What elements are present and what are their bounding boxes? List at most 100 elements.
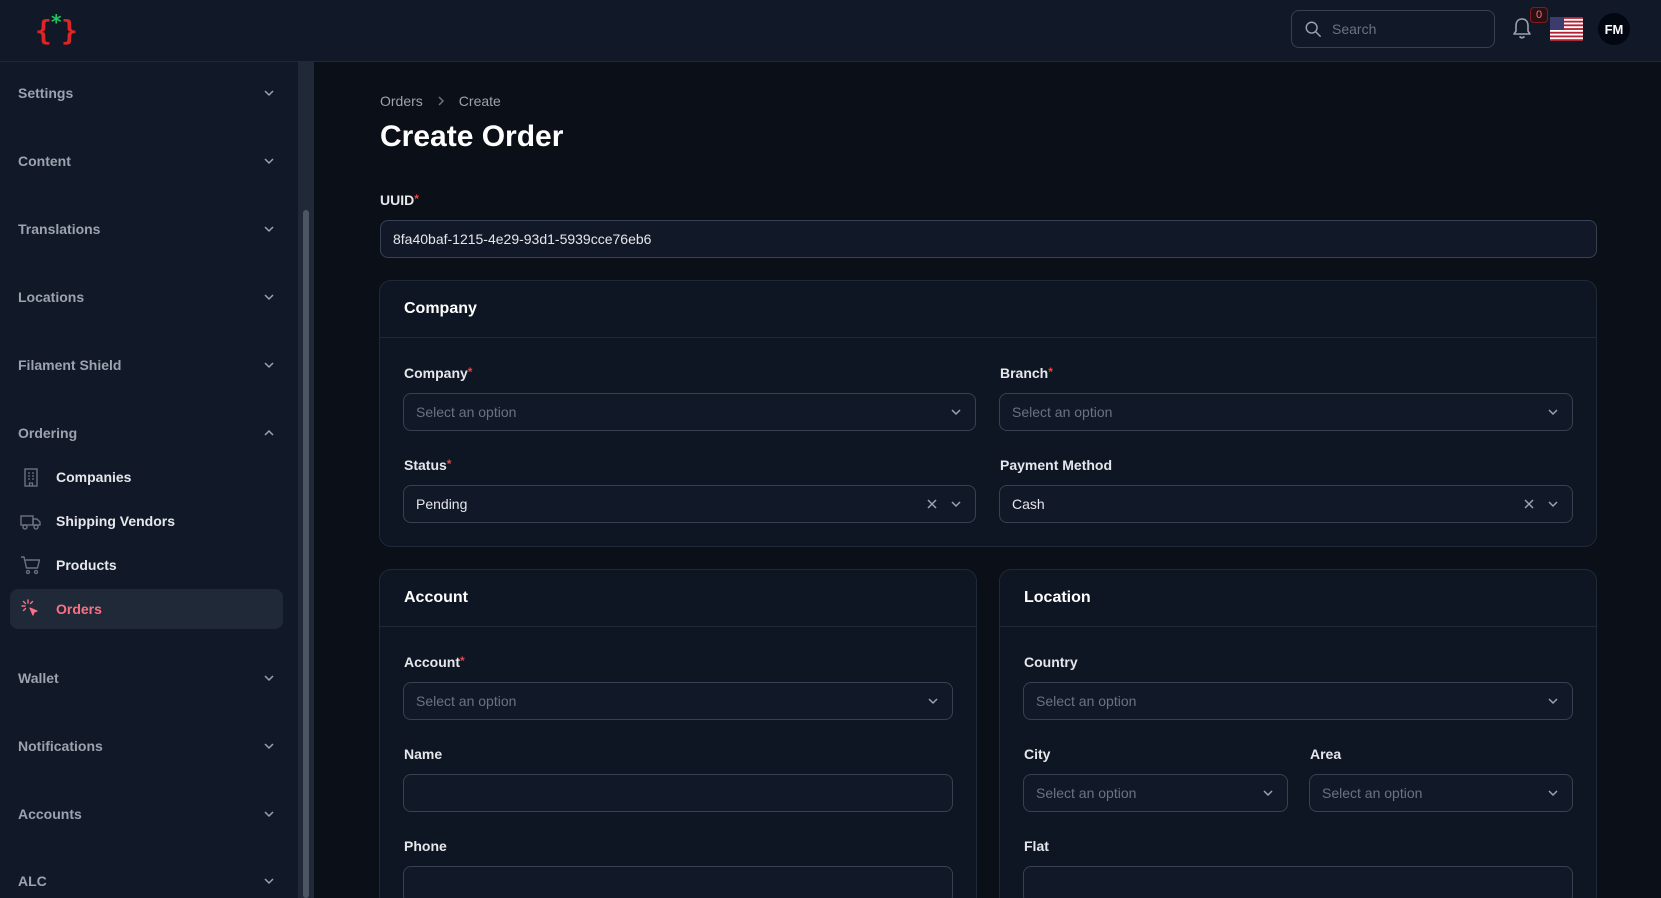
- name-label: Name: [404, 746, 443, 762]
- sidebar-group-ordering[interactable]: Ordering: [18, 421, 276, 445]
- location-section-header: Location: [1000, 570, 1596, 627]
- brand-logo-icon[interactable]: { } *: [34, 10, 84, 50]
- sidebar-item-products[interactable]: Products: [10, 545, 283, 585]
- truck-icon: [20, 515, 41, 530]
- sidebar-group-wallet[interactable]: Wallet: [18, 666, 276, 690]
- phone-field[interactable]: [403, 866, 953, 898]
- uuid-field[interactable]: 8fa40baf-1215-4e29-93d1-5939cce76eb6: [380, 220, 1597, 258]
- chevron-down-icon: [264, 362, 274, 369]
- section-heading: Location: [1024, 589, 1091, 606]
- cursor-click-icon: [21, 599, 38, 616]
- uuid-value: 8fa40baf-1215-4e29-93d1-5939cce76eb6: [393, 231, 652, 247]
- uuid-label: UUID*: [380, 192, 419, 208]
- section-heading: Account: [404, 589, 468, 606]
- sidebar-group-accounts[interactable]: Accounts: [18, 802, 276, 826]
- sidebar-group-label: Accounts: [18, 806, 82, 822]
- payment-method-label: Payment Method: [1000, 457, 1113, 473]
- sidebar-group-label: Content: [18, 153, 71, 169]
- chevron-up-icon: [264, 429, 274, 436]
- branch-label: Branch*: [1000, 365, 1053, 381]
- shopping-cart-icon: [21, 556, 41, 575]
- chevron-down-icon: [1548, 409, 1558, 416]
- building-icon: [24, 468, 38, 487]
- sidebar-group-notifications[interactable]: Notifications: [18, 734, 276, 758]
- chevron-down-icon: [1263, 790, 1273, 797]
- sidebar-group-label: Ordering: [18, 425, 78, 441]
- sidebar-group-label: ALC: [18, 873, 47, 889]
- company-select[interactable]: Select an option: [403, 393, 976, 431]
- country-label: Country: [1024, 654, 1078, 670]
- sidebar-item-label: Products: [56, 557, 117, 573]
- sidebar-item-companies[interactable]: Companies: [10, 457, 283, 497]
- area-select-placeholder: Select an option: [1322, 785, 1423, 801]
- svg-text:{: {: [35, 14, 52, 47]
- global-search[interactable]: Search: [1291, 10, 1495, 48]
- sidebar-group-content[interactable]: Content: [18, 149, 276, 173]
- sidebar-item-shipping-vendors[interactable]: Shipping Vendors: [10, 501, 283, 541]
- location-section: Location: [999, 569, 1597, 898]
- top-bar: { } * Search 0 FM: [0, 0, 1661, 62]
- chevron-down-icon: [951, 501, 961, 508]
- section-heading: Company: [404, 300, 477, 317]
- company-section-header: Company: [380, 281, 1596, 338]
- svg-text:*: *: [51, 10, 62, 34]
- chevron-down-icon: [1548, 501, 1558, 508]
- chevron-down-icon: [264, 811, 274, 818]
- area-select[interactable]: Select an option: [1309, 774, 1573, 812]
- flat-field[interactable]: [1023, 866, 1573, 898]
- required-marker: *: [1048, 365, 1053, 379]
- company-label: Company*: [404, 365, 473, 381]
- sidebar-group-locations[interactable]: Locations: [18, 285, 276, 309]
- breadcrumb-orders-link[interactable]: Orders: [380, 93, 423, 109]
- sidebar-group-filament-shield[interactable]: Filament Shield: [18, 353, 276, 377]
- required-marker: *: [414, 192, 419, 206]
- svg-text:}: }: [61, 14, 78, 47]
- status-select[interactable]: Pending: [403, 485, 976, 523]
- us-flag-icon[interactable]: [1550, 17, 1583, 41]
- clear-x-icon[interactable]: [925, 497, 939, 511]
- sidebar-item-label: Companies: [56, 469, 132, 485]
- chevron-down-icon: [264, 90, 274, 97]
- chevron-down-icon: [264, 226, 274, 233]
- required-marker: *: [460, 654, 465, 668]
- city-select-placeholder: Select an option: [1036, 785, 1137, 801]
- chevron-down-icon: [1548, 790, 1558, 797]
- breadcrumb-current[interactable]: Create: [459, 93, 501, 109]
- notification-count-badge: 0: [1530, 7, 1548, 23]
- user-avatar[interactable]: FM: [1598, 13, 1630, 45]
- payment-method-select[interactable]: Cash: [999, 485, 1573, 523]
- sidebar-group-settings[interactable]: Settings: [18, 81, 276, 105]
- name-field[interactable]: [403, 774, 953, 812]
- phone-label: Phone: [404, 838, 447, 854]
- chevron-down-icon: [1548, 698, 1558, 705]
- branch-select[interactable]: Select an option: [999, 393, 1573, 431]
- sidebar-group-label: Notifications: [18, 738, 103, 754]
- sidebar-group-label: Locations: [18, 289, 85, 305]
- sidebar-item-label: Orders: [56, 601, 102, 617]
- status-select-value: Pending: [416, 496, 468, 512]
- sidebar-scrollbar-thumb[interactable]: [303, 210, 309, 898]
- status-label: Status*: [404, 457, 452, 473]
- sidebar-group-label: Filament Shield: [18, 357, 122, 373]
- flat-label: Flat: [1024, 838, 1049, 854]
- country-select[interactable]: Select an option: [1023, 682, 1573, 720]
- payment-method-value: Cash: [1012, 496, 1045, 512]
- search-placeholder: Search: [1332, 21, 1377, 37]
- account-select[interactable]: Select an option: [403, 682, 953, 720]
- sidebar-group-alc[interactable]: ALC: [18, 869, 276, 893]
- chevron-down-icon: [264, 158, 274, 165]
- account-section: Account: [379, 569, 977, 898]
- sidebar-group-translations[interactable]: Translations: [18, 217, 276, 241]
- account-section-header: Account: [380, 570, 976, 627]
- account-label: Account*: [404, 654, 465, 670]
- area-label: Area: [1310, 746, 1342, 762]
- clear-x-icon[interactable]: [1522, 497, 1536, 511]
- sidebar-group-label: Wallet: [18, 670, 59, 686]
- chevron-right-icon: [438, 96, 444, 106]
- city-select[interactable]: Select an option: [1023, 774, 1288, 812]
- sidebar-item-orders[interactable]: Orders: [10, 589, 283, 629]
- company-select-placeholder: Select an option: [416, 404, 517, 420]
- breadcrumb: Orders Create: [380, 93, 501, 109]
- country-select-placeholder: Select an option: [1036, 693, 1137, 709]
- required-marker: *: [467, 365, 473, 379]
